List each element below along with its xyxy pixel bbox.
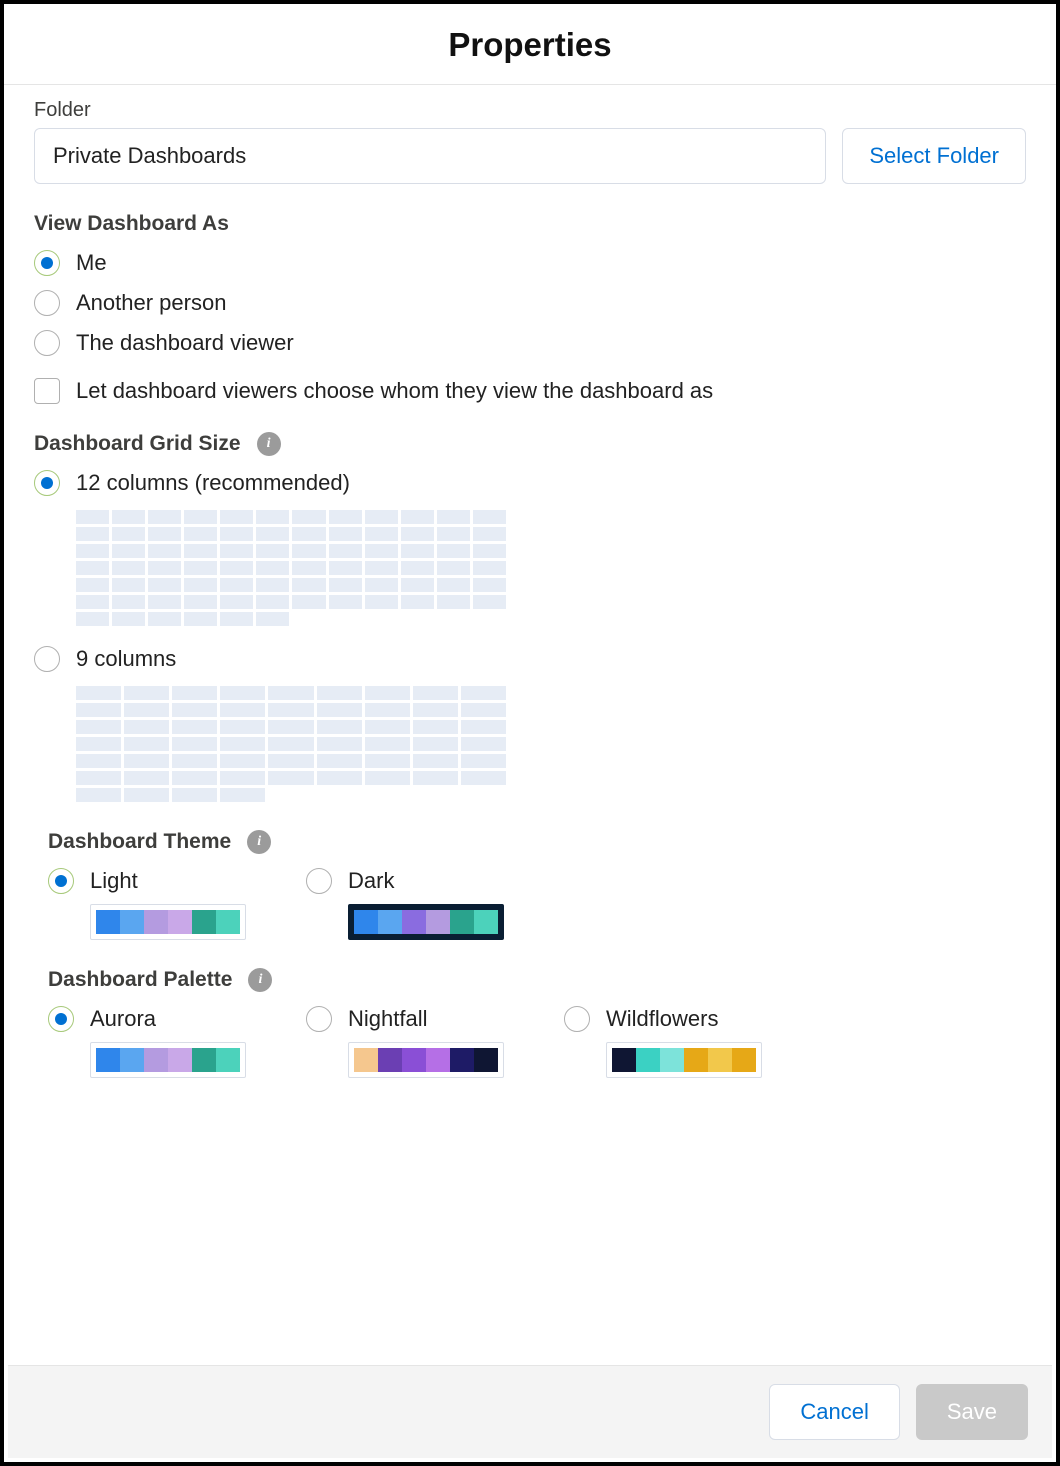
radio-icon (34, 646, 60, 672)
save-button[interactable]: Save (916, 1384, 1028, 1440)
theme-light-swatch[interactable] (90, 904, 246, 940)
info-icon[interactable]: i (248, 968, 272, 992)
radio-theme-dark[interactable]: Dark (306, 868, 504, 894)
dialog-title: Properties (4, 26, 1056, 64)
palette-aurora-swatch[interactable] (90, 1042, 246, 1078)
radio-icon (34, 330, 60, 356)
grid-size-section: Dashboard Grid Size i 12 columns (recomm… (34, 432, 1026, 802)
radio-palette-nightfall[interactable]: Nightfall (306, 1006, 504, 1032)
palette-option-wildflowers: Wildflowers (564, 1006, 762, 1078)
theme-option-dark: Dark (306, 868, 504, 940)
radio-grid-9[interactable]: 9 columns (34, 646, 1026, 672)
info-icon[interactable]: i (257, 432, 281, 456)
radio-theme-light[interactable]: Light (48, 868, 246, 894)
radio-icon (34, 250, 60, 276)
dialog-footer: Cancel Save (8, 1365, 1052, 1458)
radio-icon (48, 1006, 74, 1032)
radio-view-another[interactable]: Another person (34, 290, 1026, 316)
radio-palette-wildflowers[interactable]: Wildflowers (564, 1006, 762, 1032)
radio-icon (48, 868, 74, 894)
radio-label: 12 columns (recommended) (76, 470, 350, 496)
view-as-label: View Dashboard As (34, 212, 1026, 236)
radio-label: Light (90, 868, 138, 894)
radio-icon (34, 470, 60, 496)
radio-label: Dark (348, 868, 394, 894)
checkbox-label: Let dashboard viewers choose whom they v… (76, 378, 713, 404)
dialog-content: Folder Select Folder View Dashboard As M… (4, 85, 1056, 1345)
radio-label: Aurora (90, 1006, 156, 1032)
radio-label: The dashboard viewer (76, 330, 294, 356)
cancel-button[interactable]: Cancel (769, 1384, 899, 1440)
radio-icon (306, 868, 332, 894)
theme-section: Dashboard Theme i Light Dark (48, 830, 1026, 940)
radio-label: Me (76, 250, 107, 276)
checkbox-icon (34, 378, 60, 404)
folder-label: Folder (34, 99, 1026, 122)
radio-icon (34, 290, 60, 316)
view-as-section: View Dashboard As Me Another person The … (34, 212, 1026, 404)
radio-label: 9 columns (76, 646, 176, 672)
radio-label: Wildflowers (606, 1006, 718, 1032)
theme-option-light: Light (48, 868, 246, 940)
palette-option-nightfall: Nightfall (306, 1006, 504, 1078)
theme-label: Dashboard Theme i (48, 830, 1026, 854)
grid-size-label: Dashboard Grid Size i (34, 432, 1026, 456)
palette-nightfall-swatch[interactable] (348, 1042, 504, 1078)
radio-label: Another person (76, 290, 226, 316)
folder-section: Folder Select Folder (34, 99, 1026, 184)
radio-grid-12[interactable]: 12 columns (recommended) (34, 470, 1026, 496)
radio-view-me[interactable]: Me (34, 250, 1026, 276)
radio-icon (564, 1006, 590, 1032)
grid-12-preview (76, 510, 506, 626)
info-icon[interactable]: i (247, 830, 271, 854)
palette-option-aurora: Aurora (48, 1006, 246, 1078)
palette-section: Dashboard Palette i Aurora Nightfall (48, 968, 1026, 1078)
checkbox-viewer-choose[interactable]: Let dashboard viewers choose whom they v… (34, 378, 1026, 404)
theme-dark-swatch[interactable] (348, 904, 504, 940)
grid-9-preview (76, 686, 506, 802)
radio-label: Nightfall (348, 1006, 427, 1032)
radio-icon (306, 1006, 332, 1032)
dialog-header: Properties (4, 4, 1056, 85)
select-folder-button[interactable]: Select Folder (842, 128, 1026, 184)
radio-view-viewer[interactable]: The dashboard viewer (34, 330, 1026, 356)
palette-label: Dashboard Palette i (48, 968, 1026, 992)
radio-palette-aurora[interactable]: Aurora (48, 1006, 246, 1032)
folder-input[interactable] (34, 128, 826, 184)
palette-wildflowers-swatch[interactable] (606, 1042, 762, 1078)
